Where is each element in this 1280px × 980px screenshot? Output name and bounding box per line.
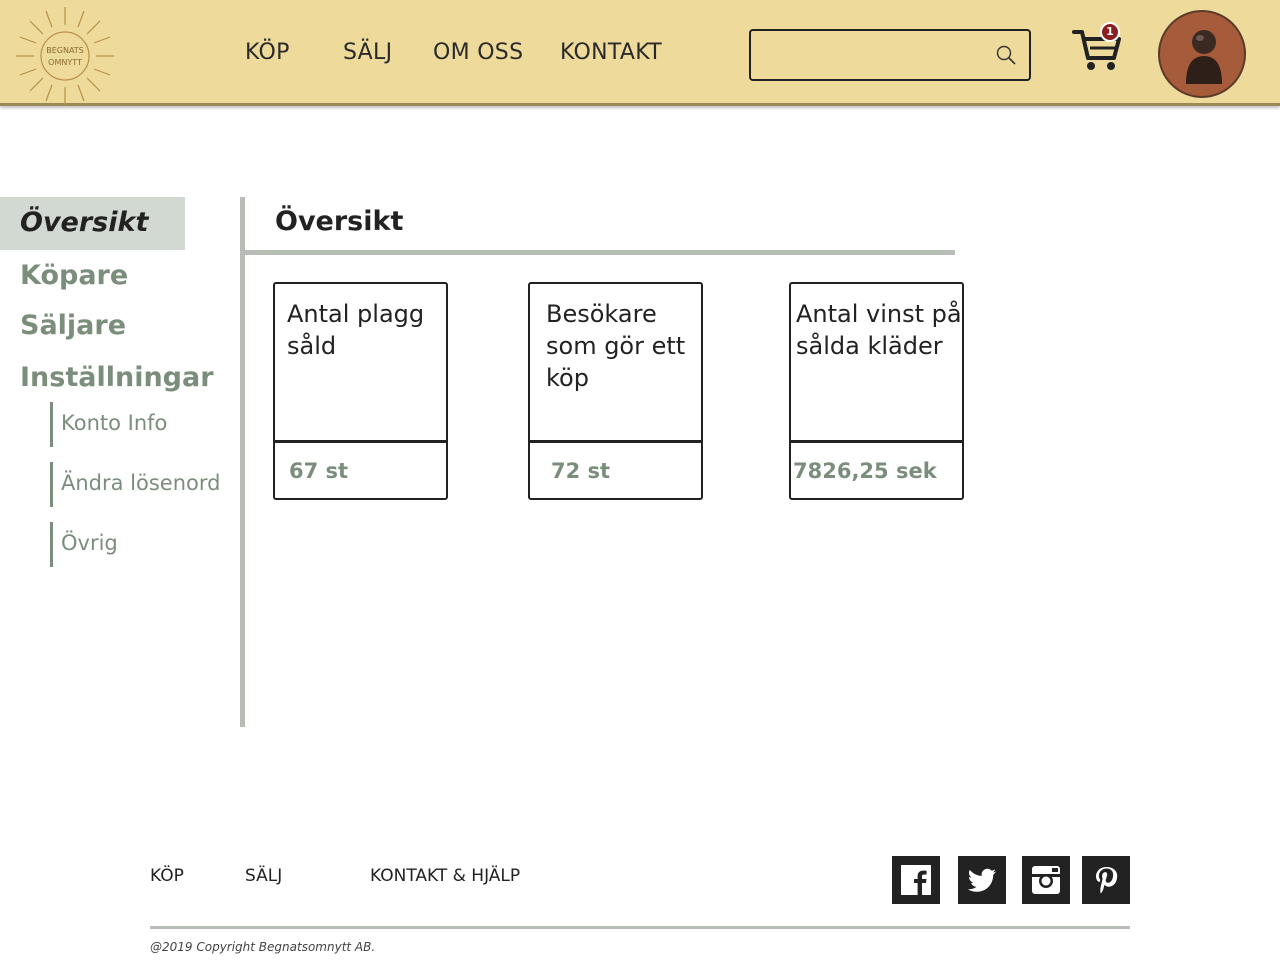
page-title: Översikt	[275, 206, 404, 237]
stat-card-value: 67 st	[289, 459, 349, 483]
instagram-link[interactable]	[1022, 856, 1070, 904]
user-avatar[interactable]	[1158, 10, 1246, 98]
pinterest-icon	[1096, 867, 1118, 894]
stat-card-value: 7826,25 sek	[793, 459, 937, 483]
site-header: BEGNATS OMNYTT KÖP SÄLJ OM OSS KONTAKT 1	[0, 0, 1280, 106]
stat-card-profit: Antal vinst på sålda kläder 7826,25 sek	[789, 282, 964, 500]
brand-logo[interactable]: BEGNATS OMNYTT	[14, 5, 116, 107]
stat-card-visitors-buying: Besökare som gör ett köp 72 st	[528, 282, 703, 500]
nav-om-oss[interactable]: OM OSS	[433, 40, 523, 65]
nav-kontakt[interactable]: KONTAKT	[560, 40, 662, 65]
pinterest-link[interactable]	[1082, 856, 1130, 904]
search-input[interactable]	[759, 39, 979, 71]
sidebar-item-kopare[interactable]: Köpare	[20, 260, 128, 291]
instagram-icon	[1032, 866, 1060, 894]
stat-card-label: Antal vinst på sålda kläder	[796, 300, 962, 360]
sidebar-subitem-andra-losenord[interactable]: Ändra lösenord	[50, 462, 220, 507]
cart-count-badge: 1	[1100, 22, 1120, 42]
stat-card-items-sold: Antal plagg såld 67 st	[273, 282, 448, 500]
sidebar-subitem-ovrig[interactable]: Övrig	[50, 522, 118, 567]
footer-divider	[150, 926, 1130, 929]
footer-link-kop[interactable]: KÖP	[150, 866, 184, 886]
user-icon	[1186, 30, 1222, 84]
sidebar-subitem-konto-info[interactable]: Konto Info	[50, 402, 167, 447]
nav-kop[interactable]: KÖP	[245, 40, 290, 65]
card-divider	[791, 440, 962, 443]
sidebar-item-oversikt[interactable]: Översikt	[20, 207, 148, 238]
twitter-link[interactable]	[958, 856, 1006, 904]
search-icon[interactable]	[994, 43, 1018, 67]
footer-link-salj[interactable]: SÄLJ	[245, 866, 282, 886]
copyright-text: @2019 Copyright Begnatsomnytt AB.	[150, 940, 376, 954]
card-divider	[530, 440, 701, 443]
logo-text-bottom: OMNYTT	[48, 58, 82, 67]
card-divider	[275, 440, 446, 443]
stat-card-label: Antal plagg såld	[287, 300, 425, 360]
stat-card-label: Besökare som gör ett köp	[546, 300, 686, 392]
twitter-icon	[967, 868, 996, 892]
footer-link-kontakt-hjalp[interactable]: KONTAKT & HJÄLP	[370, 866, 520, 886]
stat-card-value: 72 st	[551, 459, 611, 483]
logo-text-top: BEGNATS	[46, 46, 84, 55]
sidebar-item-saljare[interactable]: Säljare	[20, 310, 126, 341]
sidebar-item-installningar[interactable]: Inställningar	[20, 362, 214, 393]
nav-salj[interactable]: SÄLJ	[343, 40, 392, 65]
facebook-link[interactable]	[892, 856, 940, 904]
title-divider	[245, 250, 955, 255]
sidebar-divider	[240, 197, 245, 727]
search-box	[749, 29, 1031, 81]
facebook-icon	[901, 865, 931, 895]
